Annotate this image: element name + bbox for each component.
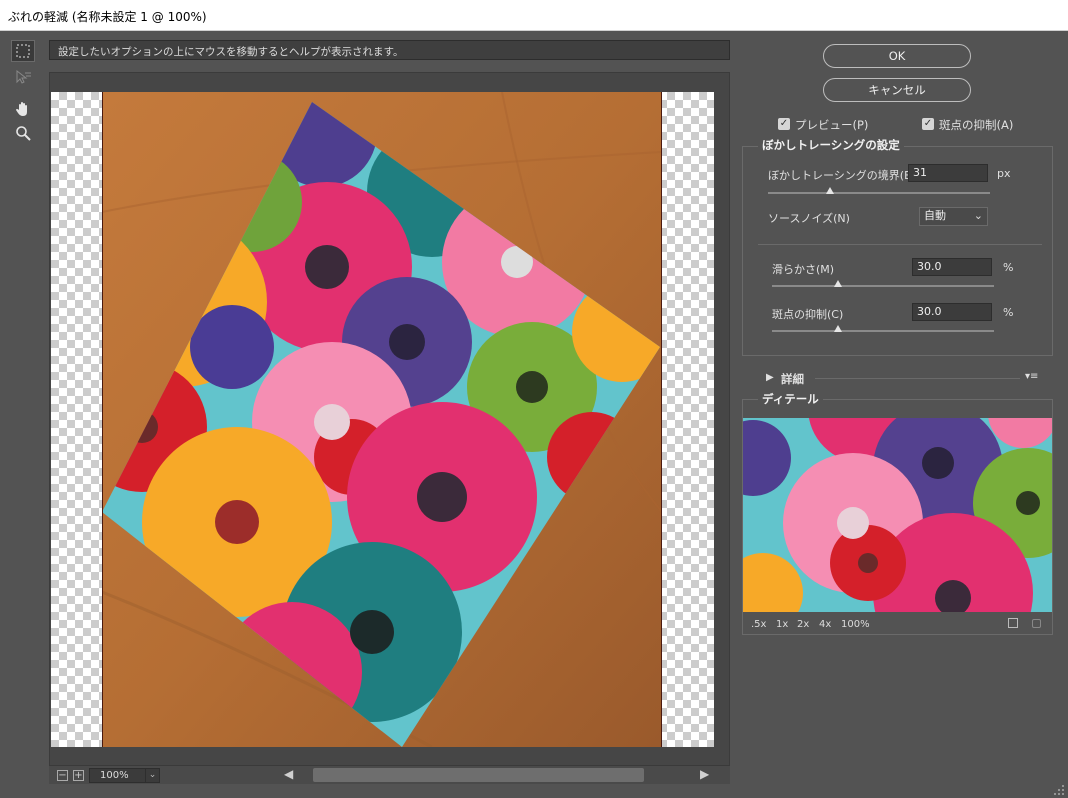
blur-trace-bounds-unit: px [997, 167, 1011, 180]
blur-trace-bounds-slider-thumb[interactable] [826, 187, 834, 194]
blur-trace-bounds-slider-track[interactable] [768, 192, 990, 194]
blur-direction-tool-button[interactable] [11, 66, 35, 88]
ok-button[interactable]: OK [823, 44, 971, 68]
chevron-down-icon: ⌄ [148, 770, 157, 780]
blur-trace-bounds-label: ぼかしトレーシングの境界(B) [768, 169, 916, 182]
detail-loupe-view[interactable] [743, 418, 1052, 612]
marquee-tool-button[interactable] [11, 40, 35, 62]
divider [815, 378, 1020, 379]
blur-trace-settings-title: ぼかしトレーシングの設定 [758, 137, 904, 153]
detail-zoom-100[interactable]: 100% [841, 619, 870, 630]
smoothing-slider-thumb[interactable] [834, 280, 842, 287]
spot-suppress-label: 斑点の抑制(A) [939, 118, 1014, 132]
magnifier-icon [16, 126, 31, 141]
artifact-suppress-slider-thumb[interactable] [834, 325, 842, 332]
blur-trace-bounds-input[interactable]: 31 [908, 164, 988, 182]
smoothing-slider-track[interactable] [772, 285, 994, 287]
expand-triangle-icon[interactable]: ▶ [766, 372, 774, 383]
preview-image[interactable] [102, 92, 662, 747]
zoom-tool-button[interactable] [11, 122, 35, 144]
marquee-icon [16, 44, 30, 58]
divider [758, 244, 1042, 245]
help-hint-bar: 設定したいオプションの上にマウスを移動するとヘルプが表示されます。 [49, 40, 730, 60]
scroll-left-arrow[interactable]: ◀ [284, 767, 293, 781]
detail-title: ディテール [758, 391, 823, 407]
hand-icon [16, 102, 27, 116]
resize-grip-icon[interactable] [1052, 783, 1066, 797]
source-noise-label: ソースノイズ(N) [768, 212, 850, 225]
window-title: ぶれの軽減 (名称未設定 1 @ 100%) [8, 10, 207, 24]
source-noise-select[interactable]: 自動 ⌄ [919, 207, 988, 226]
smoothing-unit: % [1003, 261, 1014, 274]
artifact-suppress-unit: % [1003, 306, 1014, 319]
advanced-section-label[interactable]: 詳細 [781, 371, 804, 387]
detail-zoom-4x[interactable]: 4x [819, 619, 831, 630]
title-bar: ぶれの軽減 (名称未設定 1 @ 100%) [0, 0, 1068, 31]
preview-label: プレビュー(P) [795, 118, 869, 132]
loupe-options-icon[interactable] [1032, 619, 1041, 628]
cancel-button[interactable]: キャンセル [823, 78, 971, 102]
artifact-suppress-label: 斑点の抑制(C) [772, 308, 844, 321]
detail-artwork [743, 418, 1052, 612]
image-edge-right [661, 92, 662, 747]
preview-checkbox[interactable]: ✓ [778, 118, 790, 130]
smoothing-label: 滑らかさ(M) [772, 263, 835, 276]
zoom-level-field[interactable]: 100% [89, 768, 147, 783]
artifact-suppress-slider-track[interactable] [772, 330, 994, 332]
horizontal-scrollbar-thumb[interactable] [313, 768, 644, 782]
image-edge-left [102, 92, 103, 747]
zoom-in-button[interactable]: + [73, 770, 84, 781]
panel-menu-icon[interactable]: ▾≡ [1025, 371, 1038, 382]
chevron-down-icon: ⌄ [973, 209, 983, 222]
smoothing-input[interactable]: 30.0 [912, 258, 992, 276]
undock-loupe-icon[interactable] [1008, 618, 1018, 628]
blur-direction-icon [16, 69, 31, 84]
hand-tool-button[interactable] [11, 98, 35, 120]
artifact-suppress-input[interactable]: 30.0 [912, 303, 992, 321]
zoom-dropdown[interactable]: ⌄ [145, 768, 160, 783]
detail-zoom-2x[interactable]: 2x [797, 619, 809, 630]
spot-suppress-checkbox[interactable]: ✓ [922, 118, 934, 130]
detail-zoom-1x[interactable]: 1x [776, 619, 788, 630]
zoom-out-button[interactable]: − [57, 770, 68, 781]
source-noise-value: 自動 [924, 209, 946, 222]
photo-artwork [102, 92, 662, 747]
detail-zoom-050[interactable]: .5x [751, 619, 766, 630]
scroll-right-arrow[interactable]: ▶ [700, 767, 709, 781]
